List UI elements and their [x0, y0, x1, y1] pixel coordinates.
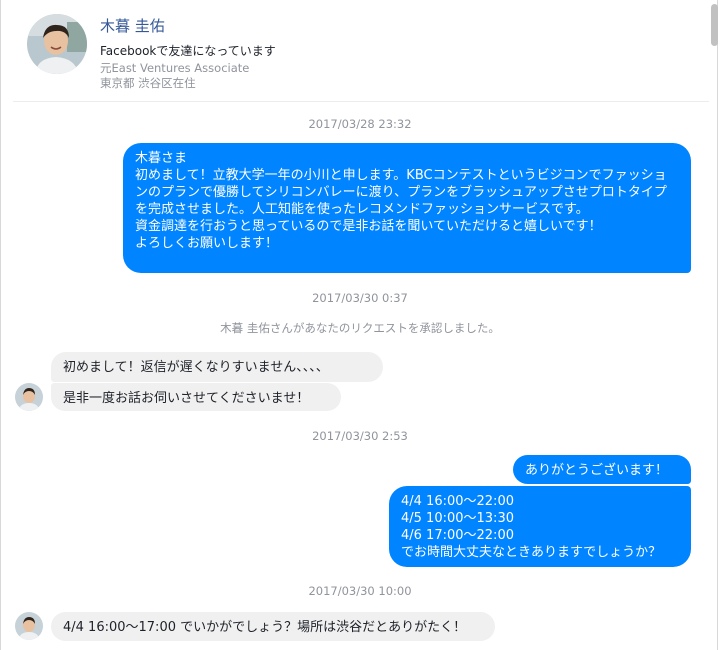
contact-avatar[interactable]: [15, 383, 43, 411]
timestamp: 2017/03/30 10:00: [308, 584, 412, 598]
system-message: 木暮 圭佑さんがあなたのリクエストを承認しました。: [220, 321, 500, 335]
message-outgoing[interactable]: ありがとうございます！: [513, 455, 691, 484]
message-incoming[interactable]: 初めまして！返信が遅くなりすいません、、、、: [51, 352, 383, 382]
profile-header: 木暮 圭佑 Facebookで友達になっています 元East Ventures …: [27, 14, 687, 94]
friend-status: Facebookで友達になっています: [100, 44, 276, 58]
messenger-window: 木暮 圭佑 Facebookで友達になっています 元East Ventures …: [0, 0, 718, 650]
person-avatar-icon: [15, 383, 43, 411]
profile-name[interactable]: 木暮 圭佑: [100, 15, 165, 36]
person-avatar-icon: [15, 612, 43, 640]
message-outgoing[interactable]: 木暮さま 初めまして！立教大学一年の小川と申します。KBCコンテストというビジコ…: [123, 143, 691, 273]
message-incoming[interactable]: 4/4 16:00〜17:00 でいかがでしょう？場所は渋谷だとありがたく！: [51, 612, 495, 641]
profile-location: 東京都 渋谷区在住: [100, 76, 196, 90]
timestamp: 2017/03/30 2:53: [312, 429, 408, 443]
message-outgoing[interactable]: 4/4 16:00〜22:00 4/5 10:00〜13:30 4/6 17:0…: [389, 486, 691, 567]
profile-work: 元East Ventures Associate: [100, 61, 250, 75]
scrollbar-thumb[interactable]: [711, 4, 718, 46]
profile-avatar[interactable]: [27, 14, 87, 74]
scrollbar[interactable]: [709, 0, 719, 650]
timestamp: 2017/03/30 0:37: [312, 291, 408, 305]
message-incoming[interactable]: 是非一度お話お伺いさせてくださいませ！: [51, 383, 341, 411]
person-avatar-icon: [27, 14, 87, 74]
timestamp: 2017/03/28 23:32: [308, 117, 412, 131]
contact-avatar[interactable]: [15, 612, 43, 640]
header-divider: [13, 101, 709, 102]
